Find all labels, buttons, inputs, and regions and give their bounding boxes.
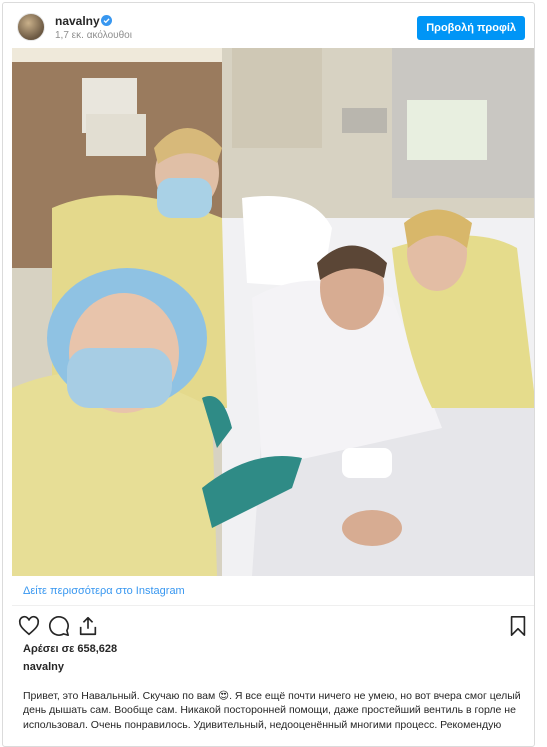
bookmark-icon[interactable] — [507, 615, 529, 637]
view-more-on-instagram-link[interactable]: Δείτε περισσότερα στο Instagram — [23, 585, 185, 597]
verified-badge-icon — [101, 15, 112, 26]
comment-icon[interactable] — [48, 615, 70, 637]
post-photo[interactable] — [12, 48, 534, 576]
share-icon[interactable] — [77, 615, 99, 637]
action-bar — [3, 613, 534, 641]
caption-username[interactable]: navalny — [23, 661, 64, 673]
avatar[interactable] — [17, 13, 45, 41]
username[interactable]: navalny — [55, 14, 100, 28]
follower-count: 1,7 εκ. ακόλουθοι — [55, 30, 132, 41]
view-profile-button[interactable]: Προβολή προφίλ — [417, 16, 525, 40]
like-count[interactable]: Αρέσει σε 658,628 — [23, 643, 117, 655]
post-header: navalny 1,7 εκ. ακόλουθοι Προβολή προφίλ — [3, 3, 534, 48]
heart-icon[interactable] — [18, 615, 40, 637]
instagram-embed: navalny 1,7 εκ. ακόλουθοι Προβολή προφίλ — [2, 2, 535, 747]
post-caption: Привет, это Навальный. Скучаю по вам 😍. … — [23, 690, 521, 731]
divider — [12, 605, 534, 606]
photo-illustration — [12, 48, 534, 576]
